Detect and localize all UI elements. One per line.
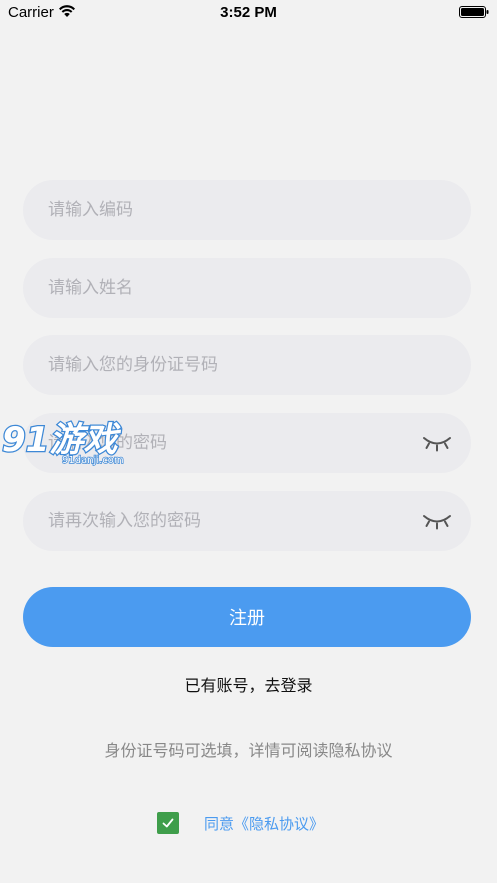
name-field[interactable] bbox=[23, 257, 471, 319]
watermark-site-text: 91danji.com bbox=[62, 455, 124, 466]
id-number-field[interactable] bbox=[23, 334, 471, 396]
register-button[interactable]: 注册 bbox=[23, 587, 471, 647]
name-input[interactable] bbox=[23, 257, 410, 319]
eye-closed-icon[interactable] bbox=[421, 433, 453, 453]
login-link[interactable]: 已有账号，去登录 bbox=[0, 672, 497, 696]
status-time: 3:52 PM bbox=[220, 4, 277, 21]
eye-closed-icon[interactable] bbox=[421, 511, 453, 531]
watermark-logo-text: 91游戏 bbox=[2, 420, 121, 460]
agreement-checkbox[interactable] bbox=[157, 812, 179, 834]
status-bar: Carrier 3:52 PM bbox=[0, 0, 497, 26]
code-input[interactable] bbox=[23, 179, 410, 241]
confirm-password-field[interactable] bbox=[23, 490, 471, 552]
confirm-password-input[interactable] bbox=[23, 490, 410, 552]
battery-icon bbox=[459, 6, 489, 18]
watermark-logo: 91游戏 91danji.com bbox=[1, 419, 125, 467]
id-number-input[interactable] bbox=[23, 334, 410, 396]
code-field[interactable] bbox=[23, 179, 471, 241]
agreement-row[interactable]: 同意《隐私协议》 bbox=[157, 811, 324, 835]
check-icon bbox=[162, 818, 174, 828]
hint-text: 身份证号码可选填，详情可阅读隐私协议 bbox=[104, 741, 393, 760]
privacy-agreement-link[interactable]: 同意《隐私协议》 bbox=[204, 813, 324, 834]
